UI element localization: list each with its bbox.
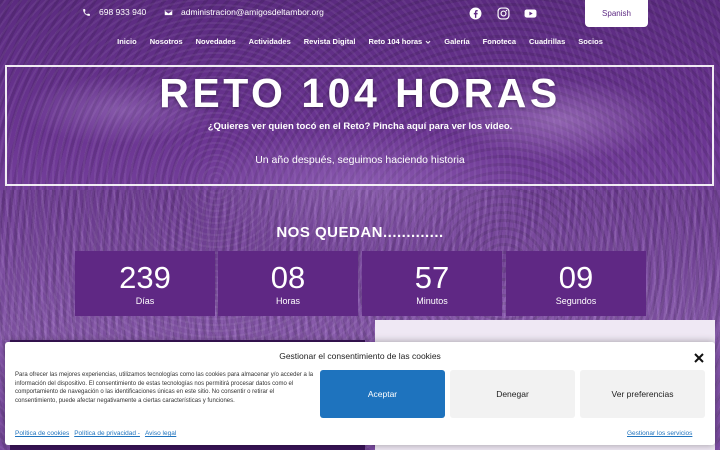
language-selector[interactable]: Spanish bbox=[585, 0, 648, 27]
chevron-down-icon bbox=[425, 40, 431, 44]
nav-item-socios[interactable]: Socios bbox=[572, 34, 610, 50]
nav-item-nosotros[interactable]: Nosotros bbox=[143, 34, 189, 50]
email-contact[interactable]: administracion@amigosdeltambor.org bbox=[164, 7, 324, 17]
countdown-value: 09 bbox=[558, 260, 594, 295]
countdown-label: Minutos bbox=[416, 296, 448, 306]
phone-contact[interactable]: 698 933 940 bbox=[82, 7, 146, 17]
phone-icon bbox=[83, 8, 90, 16]
nav-item-novedades[interactable]: Novedades bbox=[189, 34, 242, 50]
countdown-label: Horas bbox=[275, 296, 300, 306]
cookie-close-button[interactable] bbox=[694, 350, 706, 363]
cookie-consent-banner: Gestionar el consentimiento de las cooki… bbox=[5, 342, 715, 445]
countdown-days: 239 Días bbox=[75, 251, 215, 316]
countdown-value: 57 bbox=[414, 260, 450, 295]
countdown-heading: NOS QUEDAN............. bbox=[276, 224, 444, 241]
countdown-label: Segundos bbox=[555, 296, 597, 306]
cookie-title: Gestionar el consentimiento de las cooki… bbox=[279, 351, 441, 361]
email-address: administracion@amigosdeltambor.org bbox=[181, 7, 324, 17]
hero-tagline: Un año después, seguimos haciendo histor… bbox=[255, 154, 465, 166]
close-icon bbox=[694, 353, 704, 363]
main-navigation: Inicio Nosotros Novedades Actividades Re… bbox=[0, 34, 720, 50]
accept-button[interactable]: Aceptar bbox=[320, 370, 445, 418]
instagram-link[interactable] bbox=[495, 5, 511, 21]
preferences-button[interactable]: Ver preferencias bbox=[580, 370, 705, 418]
nav-item-galeria[interactable]: Galería bbox=[438, 34, 476, 50]
manage-services-link[interactable]: Gestionar los servicios bbox=[627, 430, 692, 437]
countdown-label: Días bbox=[135, 296, 155, 306]
deny-button[interactable]: Denegar bbox=[450, 370, 575, 418]
envelope-icon bbox=[164, 9, 173, 15]
countdown-hours: 08 Horas bbox=[218, 251, 358, 316]
facebook-icon bbox=[469, 7, 481, 19]
hero-title: RETO 104 HORAS bbox=[159, 70, 561, 116]
top-bar: 698 933 940 administracion@amigosdeltamb… bbox=[0, 0, 720, 30]
hero-video-link[interactable]: ¿Quieres ver quien tocó en el Reto? Pinc… bbox=[0, 121, 720, 132]
privacy-policy-link[interactable]: Política de privacidad - bbox=[74, 430, 140, 437]
cookie-policy-links: Política de cookies Política de privacid… bbox=[15, 430, 176, 437]
nav-item-inicio[interactable]: Inicio bbox=[111, 34, 144, 50]
instagram-icon bbox=[496, 6, 510, 20]
countdown-value: 239 bbox=[119, 260, 171, 295]
legal-notice-link[interactable]: Aviso legal bbox=[145, 430, 176, 437]
nav-item-actividades[interactable]: Actividades bbox=[242, 34, 297, 50]
nav-item-fonoteca[interactable]: Fonoteca bbox=[476, 34, 522, 50]
facebook-link[interactable] bbox=[467, 5, 483, 21]
cookie-policy-link[interactable]: Política de cookies bbox=[15, 430, 69, 437]
youtube-icon bbox=[524, 8, 536, 18]
cookie-description: Para ofrecer las mejores experiencias, u… bbox=[15, 372, 314, 404]
nav-item-reto-104-horas[interactable]: Reto 104 horas bbox=[362, 34, 438, 50]
youtube-link[interactable] bbox=[522, 5, 538, 21]
countdown-seconds: 09 Segundos bbox=[506, 251, 646, 316]
countdown-minutes: 57 Minutos bbox=[362, 251, 502, 316]
nav-item-cuadrillas[interactable]: Cuadrillas bbox=[523, 34, 572, 50]
nav-item-revista-digital[interactable]: Revista Digital bbox=[297, 34, 362, 50]
phone-number: 698 933 940 bbox=[99, 7, 147, 17]
countdown-value: 08 bbox=[270, 260, 306, 295]
nav-item-reto-label: Reto 104 horas bbox=[368, 37, 423, 46]
